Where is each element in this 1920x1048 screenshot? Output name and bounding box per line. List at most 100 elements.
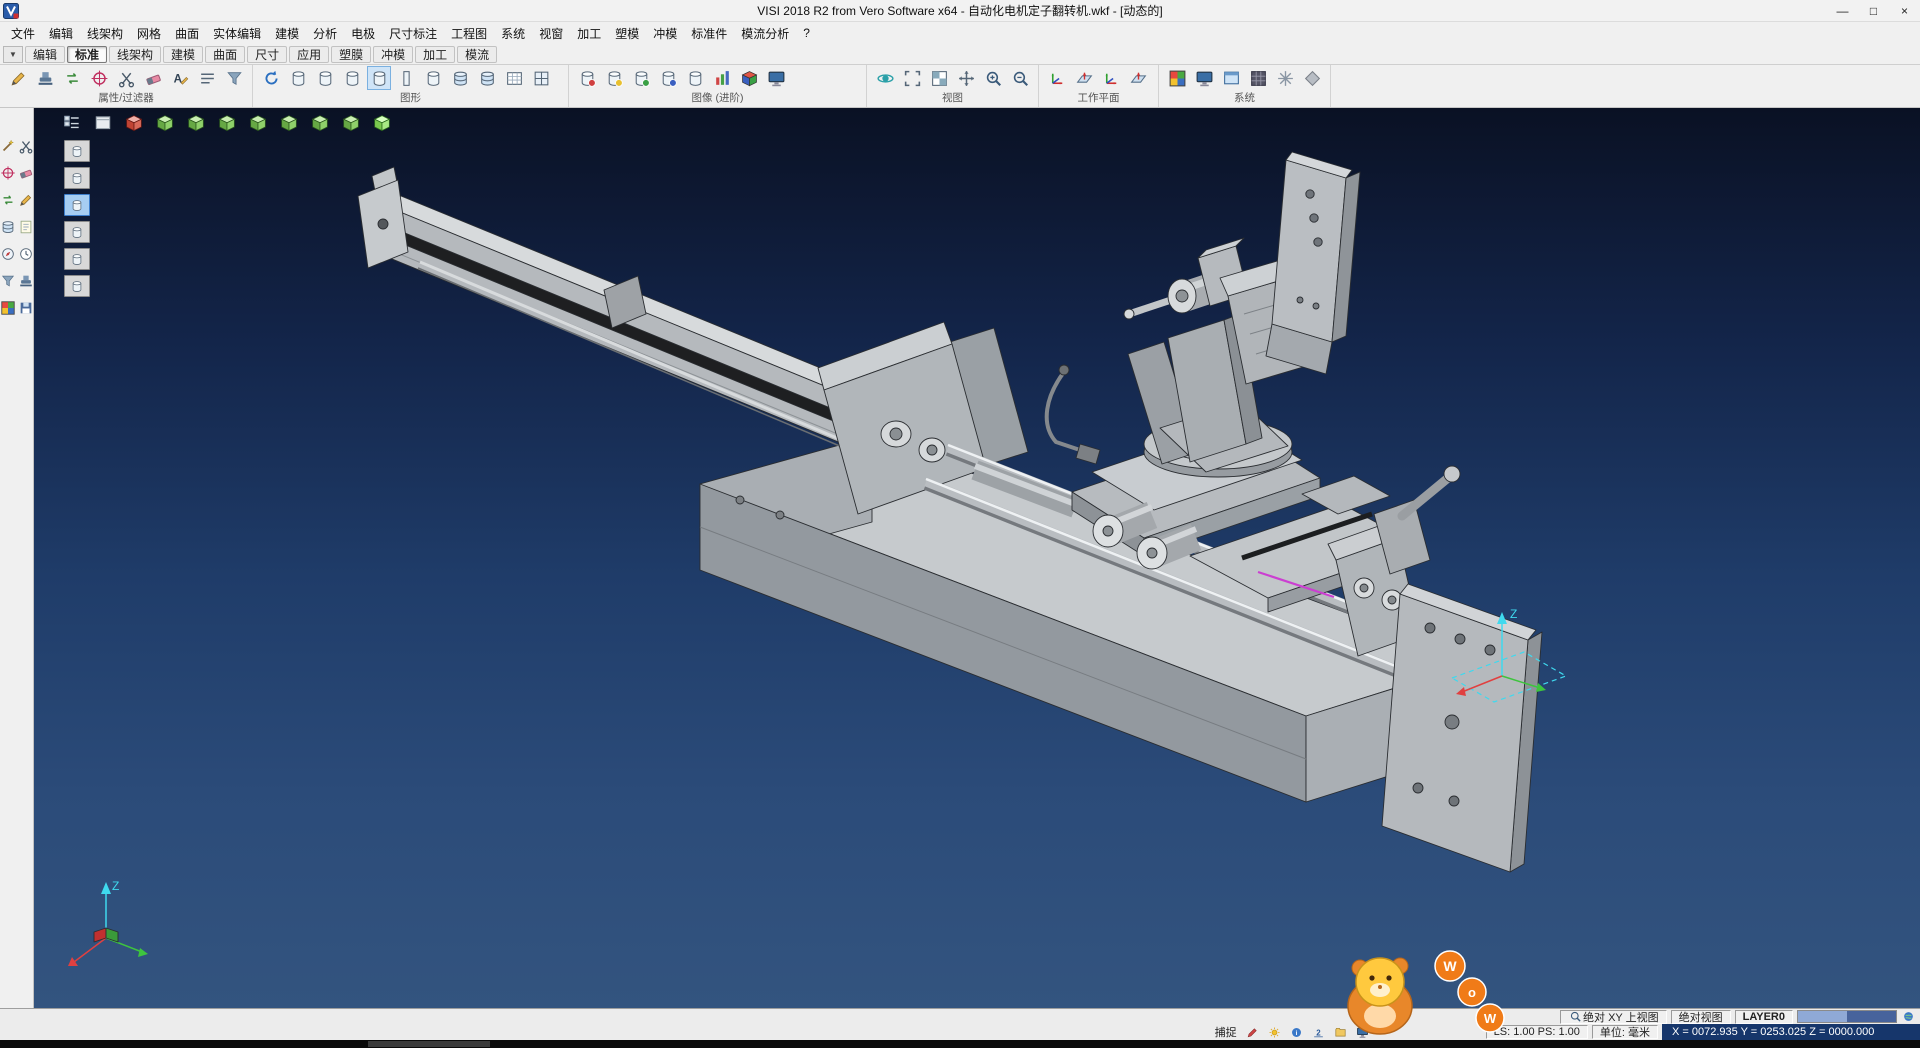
end-plate[interactable] xyxy=(1382,584,1542,872)
view-cube-ref-button[interactable] xyxy=(122,112,146,134)
render-plain-icon[interactable] xyxy=(683,66,707,90)
orbit-icon[interactable] xyxy=(873,66,897,90)
transform-tool-icon[interactable] xyxy=(0,192,16,208)
bracket-tower[interactable] xyxy=(1124,152,1360,472)
layer-field[interactable]: LAYER0 xyxy=(1735,1010,1793,1024)
color-swatches[interactable] xyxy=(1797,1010,1897,1023)
zoom-out-icon[interactable] xyxy=(1008,66,1032,90)
workplane-plane-icon[interactable] xyxy=(1072,66,1096,90)
render-yellow-icon[interactable] xyxy=(602,66,626,90)
air-tube[interactable] xyxy=(1047,365,1100,464)
color-swatch-0[interactable] xyxy=(1798,1011,1847,1022)
menu-item-11[interactable]: 系统 xyxy=(494,23,532,44)
view-back-button[interactable] xyxy=(246,112,270,134)
tab-item-7[interactable]: 塑膜 xyxy=(331,46,371,63)
minimize-button[interactable]: — xyxy=(1827,0,1858,21)
grid-view-icon[interactable] xyxy=(927,66,951,90)
shading-4-icon[interactable] xyxy=(367,66,391,90)
menu-item-7[interactable]: 分析 xyxy=(306,23,344,44)
window-icon[interactable] xyxy=(1219,66,1243,90)
menu-item-17[interactable]: 模流分析 xyxy=(734,23,796,44)
db-2-icon[interactable] xyxy=(475,66,499,90)
workplane-plane-2-icon[interactable] xyxy=(1126,66,1150,90)
sketch-tool-icon[interactable] xyxy=(18,192,34,208)
tab-dropdown-button[interactable]: ▼ xyxy=(3,46,23,63)
view-left-button[interactable] xyxy=(277,112,301,134)
pen-status-icon[interactable] xyxy=(1245,1025,1260,1039)
shading-3-icon[interactable] xyxy=(340,66,364,90)
attr-pick-icon[interactable] xyxy=(87,66,111,90)
snap-tool-icon[interactable] xyxy=(0,165,16,181)
section-icon[interactable] xyxy=(394,66,418,90)
linear-rail[interactable] xyxy=(358,167,894,471)
tab-item-9[interactable]: 加工 xyxy=(415,46,455,63)
menu-item-4[interactable]: 曲面 xyxy=(168,23,206,44)
shading-5-icon[interactable] xyxy=(421,66,445,90)
tab-item-3[interactable]: 建模 xyxy=(163,46,203,63)
view-bottom-button[interactable] xyxy=(339,112,363,134)
attr-edit-icon[interactable] xyxy=(6,66,30,90)
display-mode-3-button[interactable] xyxy=(64,194,90,216)
shading-1-icon[interactable] xyxy=(286,66,310,90)
render-screen-icon[interactable] xyxy=(764,66,788,90)
attr-trim-icon[interactable] xyxy=(114,66,138,90)
render-red-icon[interactable] xyxy=(575,66,599,90)
display-mode-4-button[interactable] xyxy=(64,221,90,243)
close-button[interactable]: × xyxy=(1889,0,1920,21)
tab-item-0[interactable]: 编辑 xyxy=(25,46,65,63)
render-cube-icon[interactable] xyxy=(737,66,761,90)
db-1-icon[interactable] xyxy=(448,66,472,90)
menu-item-0[interactable]: 文件 xyxy=(4,23,42,44)
attr-erase-icon[interactable] xyxy=(141,66,165,90)
menu-item-2[interactable]: 线架构 xyxy=(80,23,130,44)
globe-icon[interactable] xyxy=(1901,1010,1916,1024)
tab-item-4[interactable]: 曲面 xyxy=(205,46,245,63)
tab-item-8[interactable]: 冲模 xyxy=(373,46,413,63)
maximize-button[interactable]: □ xyxy=(1858,0,1889,21)
options-icon[interactable] xyxy=(1300,66,1324,90)
tab-item-2[interactable]: 线架构 xyxy=(109,46,161,63)
display-mode-6-button[interactable] xyxy=(64,275,90,297)
brightness-status-icon[interactable] xyxy=(1267,1025,1282,1039)
layers-tool-icon[interactable] xyxy=(0,219,16,235)
pan-icon[interactable] xyxy=(954,66,978,90)
grid-icon[interactable] xyxy=(529,66,553,90)
tab-item-1[interactable]: 标准 xyxy=(67,46,107,63)
menu-item-6[interactable]: 建模 xyxy=(268,23,306,44)
redraw-icon[interactable] xyxy=(259,66,283,90)
render-green-icon[interactable] xyxy=(629,66,653,90)
view-axo-button[interactable] xyxy=(370,112,394,134)
display-icon[interactable] xyxy=(1192,66,1216,90)
filter-tool-icon[interactable] xyxy=(0,273,16,289)
desktop-pet[interactable]: W o W xyxy=(1322,942,1522,1046)
rotate-tool-icon[interactable] xyxy=(0,246,16,262)
menu-item-16[interactable]: 标准件 xyxy=(684,23,734,44)
tab-item-5[interactable]: 尺寸 xyxy=(247,46,287,63)
clamp-handle[interactable] xyxy=(1374,466,1460,574)
menu-item-9[interactable]: 尺寸标注 xyxy=(382,23,444,44)
snap-toggle[interactable]: 捕捉 xyxy=(1212,1024,1240,1040)
cad-model[interactable]: Z Z xyxy=(34,108,1920,1008)
select-tool-icon[interactable] xyxy=(0,138,16,154)
menu-item-3[interactable]: 网格 xyxy=(130,23,168,44)
scene-list-button[interactable] xyxy=(60,112,84,134)
display-mode-2-button[interactable] xyxy=(64,167,90,189)
grid-settings-icon[interactable] xyxy=(1246,66,1270,90)
snap-settings-icon[interactable] xyxy=(1273,66,1297,90)
fit-view-icon[interactable] xyxy=(900,66,924,90)
render-blue-icon[interactable] xyxy=(656,66,680,90)
view-right-button[interactable] xyxy=(308,112,332,134)
view-top-button[interactable] xyxy=(184,112,208,134)
table-icon[interactable] xyxy=(502,66,526,90)
menu-item-5[interactable]: 实体编辑 xyxy=(206,23,268,44)
menu-item-10[interactable]: 工程图 xyxy=(444,23,494,44)
workplane-axis-icon[interactable] xyxy=(1045,66,1069,90)
attr-swap-icon[interactable] xyxy=(60,66,84,90)
print-tool-icon[interactable] xyxy=(18,273,34,289)
menu-item-1[interactable]: 编辑 xyxy=(42,23,80,44)
viewport[interactable]: Z Z xyxy=(34,108,1920,1008)
display-mode-1-button[interactable] xyxy=(64,140,90,162)
render-bars-icon[interactable] xyxy=(710,66,734,90)
absolute-view-field[interactable]: 绝对视图 xyxy=(1671,1010,1731,1024)
attr-list-icon[interactable] xyxy=(195,66,219,90)
